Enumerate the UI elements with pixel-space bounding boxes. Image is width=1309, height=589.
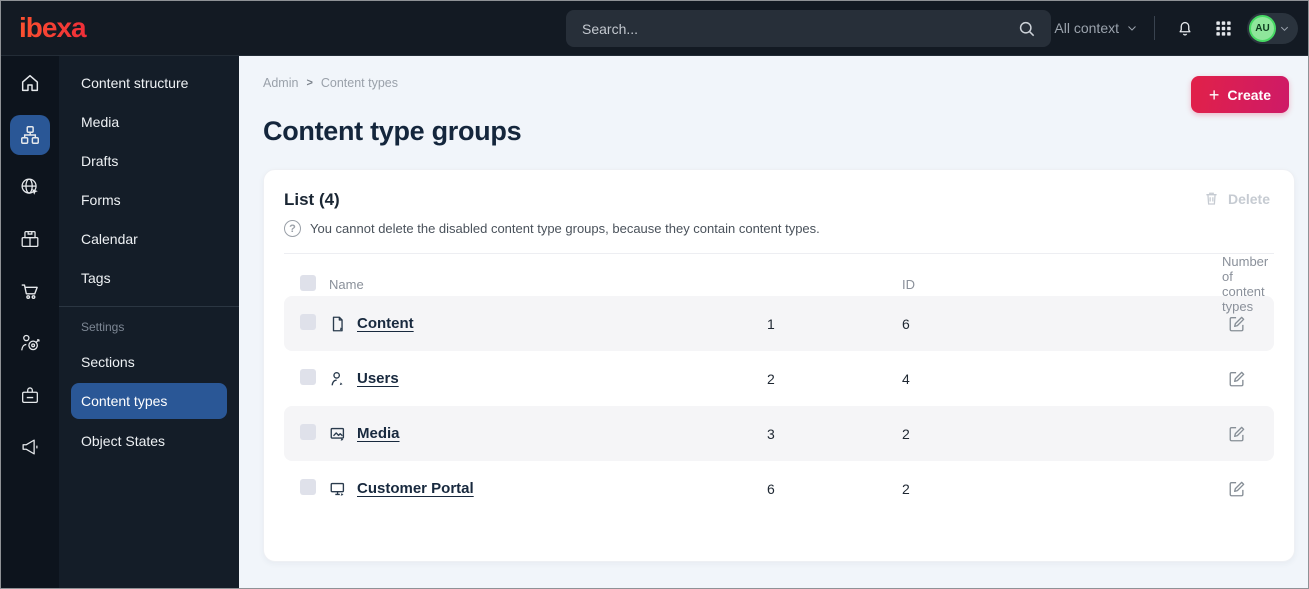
group-id: 3: [767, 425, 775, 442]
create-button[interactable]: + Create: [1190, 76, 1289, 113]
column-header-name: Name: [329, 276, 364, 292]
breadcrumb-separator: >: [306, 77, 313, 89]
group-link-users[interactable]: Users: [357, 370, 399, 387]
content-type-groups-table: Name ID Number of content types Content …: [284, 253, 1274, 516]
commerce-cart-icon[interactable]: [10, 271, 50, 311]
breadcrumb-content-types[interactable]: Content types: [321, 76, 398, 90]
plus-icon: +: [1208, 84, 1220, 105]
row-checkbox[interactable]: [300, 369, 316, 385]
table-header-row: Name ID Number of content types: [284, 254, 1274, 314]
user-menu[interactable]: AU: [1247, 12, 1298, 44]
group-link-customer-portal[interactable]: Customer Portal: [357, 480, 474, 497]
user-chevron-down-icon: [1279, 23, 1290, 34]
table-row: Users 2 4: [284, 351, 1274, 406]
sidebar-item-forms[interactable]: Forms: [59, 180, 239, 219]
group-id: 2: [767, 370, 775, 387]
column-header-count: Number of content types: [1222, 254, 1269, 314]
edit-icon[interactable]: [1222, 474, 1252, 504]
search-input[interactable]: [566, 10, 1051, 47]
products-box-icon[interactable]: [10, 219, 50, 259]
group-id: 1: [767, 315, 775, 332]
sidebar-section-settings: Settings: [81, 320, 125, 334]
row-checkbox[interactable]: [300, 314, 316, 330]
image-icon: [329, 425, 357, 443]
sidebar-item-tags[interactable]: Tags: [59, 258, 239, 297]
sidebar-item-object-states[interactable]: Object States: [59, 421, 239, 460]
sidebar-item-sections[interactable]: Sections: [59, 342, 239, 381]
notifications-bell-icon[interactable]: [1171, 14, 1199, 42]
site-globe-icon[interactable]: [10, 167, 50, 207]
group-count: 2: [902, 480, 910, 497]
group-count: 2: [902, 425, 910, 442]
content-file-icon: [329, 315, 357, 333]
edit-icon[interactable]: [1222, 419, 1252, 449]
content-structure-icon[interactable]: [10, 115, 50, 155]
chevron-down-icon: [1126, 22, 1138, 34]
sidebar: Content structure Media Drafts Forms Cal…: [59, 56, 239, 588]
content-type-groups-card: List (4) ? You cannot delete the disable…: [263, 169, 1295, 562]
edit-icon[interactable]: [1222, 364, 1252, 394]
table-row: Media 3 2: [284, 406, 1274, 461]
search-icon[interactable]: [1017, 17, 1041, 41]
avatar: AU: [1249, 14, 1276, 42]
top-bar: ibexa Site: All context: [1, 1, 1308, 56]
group-count: 4: [902, 370, 910, 387]
table-row: Content 1 6: [284, 296, 1274, 351]
app-window: ibexa Site: All context: [0, 0, 1309, 589]
sidebar-item-drafts[interactable]: Drafts: [59, 141, 239, 180]
sidebar-item-content-types[interactable]: Content types: [71, 383, 227, 419]
group-link-media[interactable]: Media: [357, 425, 400, 442]
admin-badge-icon[interactable]: [10, 375, 50, 415]
list-note: ? You cannot delete the disabled content…: [284, 220, 1274, 237]
topbar-divider: [1154, 16, 1155, 40]
group-link-content[interactable]: Content: [357, 315, 414, 332]
breadcrumb: Admin > Content types: [263, 76, 1295, 90]
breadcrumb-admin[interactable]: Admin: [263, 76, 298, 90]
group-id: 6: [767, 480, 775, 497]
sidebar-item-content-structure[interactable]: Content structure: [59, 63, 239, 102]
list-note-text: You cannot delete the disabled content t…: [310, 221, 820, 236]
icon-rail: [1, 56, 59, 588]
personalization-target-icon[interactable]: [10, 323, 50, 363]
page-title: Content type groups: [263, 116, 522, 146]
sidebar-item-calendar[interactable]: Calendar: [59, 219, 239, 258]
main-content: Admin > Content types + Create Content t…: [239, 56, 1308, 588]
help-question-icon: ?: [284, 220, 301, 237]
ibexa-logo[interactable]: ibexa: [1, 12, 239, 44]
table-row: Customer Portal 6 2: [284, 461, 1274, 516]
global-search: [566, 10, 1051, 47]
row-checkbox[interactable]: [300, 424, 316, 440]
delete-button[interactable]: Delete: [1203, 190, 1270, 207]
row-checkbox[interactable]: [300, 479, 316, 495]
group-count: 6: [902, 315, 910, 332]
column-header-id: ID: [902, 276, 915, 292]
sidebar-item-media[interactable]: Media: [59, 102, 239, 141]
select-all-checkbox[interactable]: [300, 274, 316, 291]
campaigns-megaphone-icon[interactable]: [10, 427, 50, 467]
trash-icon: [1203, 190, 1220, 207]
monitor-icon: [329, 480, 357, 498]
app-grid-icon[interactable]: [1209, 14, 1237, 42]
edit-icon[interactable]: [1222, 309, 1252, 339]
list-heading: List (4): [284, 190, 340, 209]
user-icon: [329, 370, 357, 388]
sidebar-divider: [59, 306, 239, 307]
home-icon[interactable]: [10, 63, 50, 103]
